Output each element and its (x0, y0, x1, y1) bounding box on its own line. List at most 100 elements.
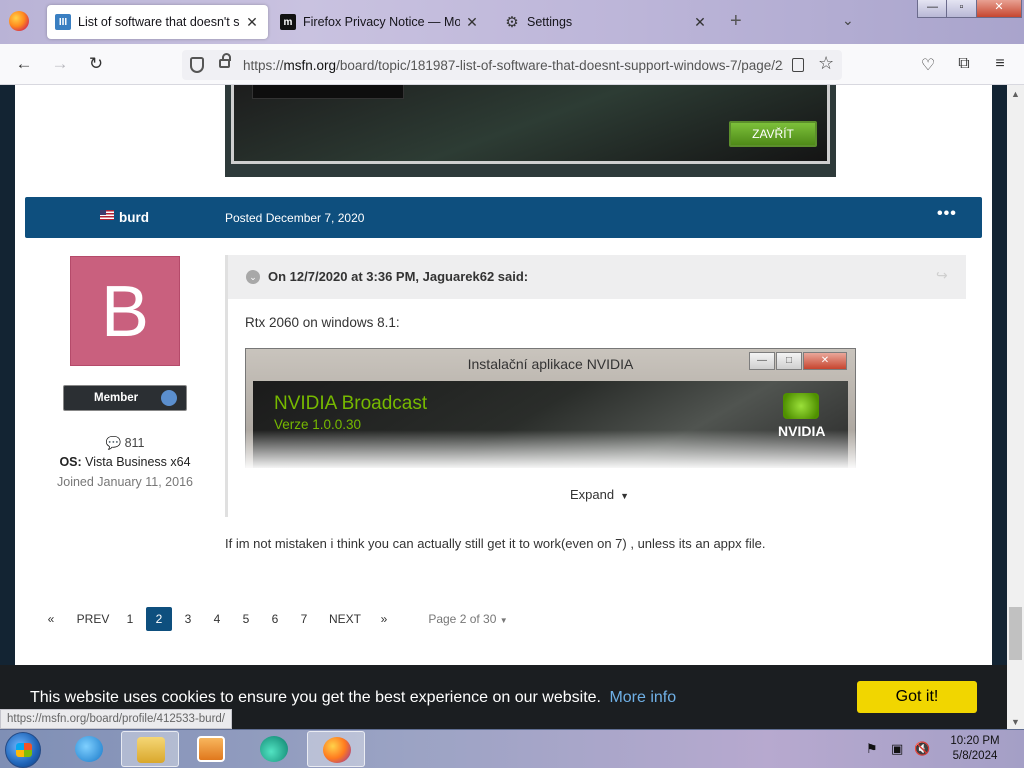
url-bar[interactable]: https://msfn.org/board/topic/181987-list… (182, 50, 842, 80)
pocket-icon[interactable]: ♡ (918, 55, 938, 75)
extensions-icon[interactable]: ⧉ (954, 55, 974, 73)
tab-title: Settings (527, 15, 573, 29)
joined-date: Joined January 11, 2016 (57, 475, 193, 489)
product-name: NVIDIA Broadcast (274, 393, 428, 414)
tab-settings[interactable]: ⚙ Settings ✕ (496, 5, 716, 39)
post-author-link[interactable]: burd (119, 210, 149, 225)
previous-post-image: ZAVŘÍT (225, 85, 836, 177)
page-scrollbar[interactable]: ▲ ▼ (1007, 85, 1024, 730)
windows-taskbar: ⚑ ▣ 🔇 10:20 PM 5/8/2024 (0, 729, 1024, 768)
volume-muted-icon[interactable]: 🔇 (914, 741, 930, 757)
url-path: /board/topic/181987-list-of-software-tha… (336, 58, 783, 73)
image-fade-overlay (228, 430, 966, 470)
cookie-message: This website uses cookies to ensure you … (30, 689, 676, 707)
minimize-button[interactable]: — (917, 0, 948, 18)
os-value: Vista Business x64 (85, 455, 191, 469)
prev-page-button[interactable]: PREV (75, 607, 111, 631)
installer-screenshot: ZAVŘÍT (231, 85, 830, 164)
expand-button[interactable]: Expand ▼ (570, 487, 629, 502)
hamburger-menu-icon[interactable]: ≡ (990, 55, 1010, 73)
installer-maximize-icon: □ (776, 352, 802, 370)
rank-label: Member (94, 392, 139, 404)
forward-arrow-icon[interactable]: → (50, 54, 70, 74)
window-close-button[interactable]: ✕ (976, 0, 1022, 18)
quote-citation: On 12/7/2020 at 3:36 PM, Jaguarek62 said… (268, 269, 529, 284)
caret-down-icon: ▼ (620, 491, 630, 501)
clock-date: 5/8/2024 (952, 750, 998, 762)
page-link[interactable]: 7 (293, 607, 315, 631)
first-page-button[interactable]: « (45, 607, 57, 631)
us-flag-icon (100, 210, 114, 220)
clock[interactable]: 10:20 PM 5/8/2024 (940, 734, 1010, 764)
navigation-bar: ← → ↻ https://msfn.org/board/topic/18198… (0, 44, 1024, 85)
post-body-text: If im not mistaken i think you can actua… (225, 536, 766, 551)
new-tab-button[interactable]: + (730, 10, 742, 33)
tab-title: Firefox Privacy Notice — Mozilla (303, 15, 460, 29)
member-figure-icon (161, 390, 177, 406)
page-jump-dropdown[interactable]: Page 2 of 30 ▼ (426, 607, 510, 631)
page-link[interactable]: 3 (177, 607, 199, 631)
chevron-down-icon[interactable]: ⌄ (842, 12, 854, 29)
comment-icon: 💬 (105, 436, 122, 450)
gear-icon: ⚙ (505, 14, 519, 31)
close-icon[interactable]: ✕ (464, 14, 480, 31)
scrollbar-thumb[interactable] (1009, 607, 1022, 660)
reader-view-icon[interactable] (792, 58, 804, 72)
close-icon[interactable]: ✕ (692, 14, 708, 31)
edge-icon (260, 736, 288, 762)
os-line: OS: Vista Business x64 (30, 455, 220, 469)
caret-down-icon: ▼ (499, 616, 508, 625)
reload-icon[interactable]: ↻ (86, 54, 106, 74)
quote-block: ⌄ On 12/7/2020 at 3:36 PM, Jaguarek62 sa… (225, 255, 966, 517)
page-link[interactable]: 1 (119, 607, 141, 631)
got-it-button[interactable]: Got it! (857, 681, 977, 713)
media-player-icon (197, 736, 225, 762)
current-page[interactable]: 2 (146, 607, 172, 631)
close-icon[interactable]: ✕ (244, 14, 260, 31)
more-info-link[interactable]: More info (609, 689, 676, 706)
installer-close-icon: ✕ (803, 352, 847, 370)
post-menu-icon[interactable]: ••• (937, 205, 957, 223)
start-button[interactable] (5, 732, 41, 768)
internet-explorer-button[interactable] (60, 731, 118, 767)
post-date[interactable]: Posted December 7, 2020 (225, 211, 364, 225)
firefox-icon[interactable] (9, 11, 29, 31)
page-link[interactable]: 5 (235, 607, 257, 631)
action-center-flag-icon[interactable]: ⚑ (866, 741, 878, 757)
firefox-icon (323, 737, 351, 763)
page-link[interactable]: 4 (206, 607, 228, 631)
next-page-button[interactable]: NEXT (326, 607, 364, 631)
file-explorer-button[interactable] (121, 731, 179, 767)
avatar[interactable]: B (70, 256, 180, 366)
maximize-button[interactable]: ▫ (946, 0, 977, 18)
page-link[interactable]: 6 (264, 607, 286, 631)
quote-text: Rtx 2060 on windows 8.1: (245, 315, 400, 330)
tracking-shield-icon[interactable] (190, 57, 204, 73)
internet-explorer-icon (75, 736, 103, 762)
edge-button[interactable] (245, 731, 303, 767)
url-prefix: https:// (243, 58, 284, 73)
scroll-down-icon[interactable]: ▼ (1007, 717, 1024, 727)
back-arrow-icon[interactable]: ← (14, 54, 34, 74)
tab-mozilla[interactable]: m Firefox Privacy Notice — Mozilla ✕ (272, 5, 488, 39)
share-arrow-icon[interactable]: ↪ (936, 267, 948, 284)
page-viewport: ZAVŘÍT burd Posted December 7, 2020 ••• … (0, 85, 1007, 730)
network-icon[interactable]: ▣ (891, 741, 903, 757)
tab-strip: III List of software that doesn't suppor… (0, 0, 1024, 44)
expand-label: Expand (570, 487, 615, 502)
media-player-button[interactable] (182, 731, 240, 767)
firefox-taskbar-button[interactable] (307, 731, 365, 767)
bookmark-star-icon[interactable]: ☆ (818, 53, 834, 74)
folder-icon (137, 737, 165, 763)
last-page-button[interactable]: » (378, 607, 390, 631)
tab-msfn[interactable]: III List of software that doesn't suppor… (47, 5, 268, 39)
zavrit-button: ZAVŘÍT (729, 121, 817, 147)
url-text[interactable]: https://msfn.org/board/topic/181987-list… (243, 58, 783, 73)
lock-icon[interactable] (219, 53, 231, 68)
image-panel (252, 85, 404, 99)
quote-header: ⌄ On 12/7/2020 at 3:36 PM, Jaguarek62 sa… (228, 255, 966, 299)
scroll-up-icon[interactable]: ▲ (1007, 89, 1024, 99)
collapse-chevron-icon[interactable]: ⌄ (246, 270, 260, 284)
post-count: 💬 811 (30, 436, 220, 451)
nvidia-logo-icon (783, 393, 819, 419)
